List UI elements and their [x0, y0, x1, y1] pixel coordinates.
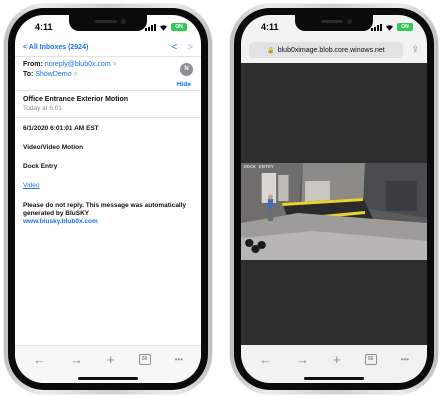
disclaimer-block: Please do not reply. This message was au…	[23, 202, 193, 226]
phone-left: 4:11 ON < All Inboxes (2924) < > From: n…	[4, 4, 212, 394]
back-arrow-icon[interactable]: ←	[33, 352, 46, 367]
add-icon[interactable]: +	[333, 352, 341, 367]
mail-header: From: noreply@blub0x.com > To: ShowDemo …	[15, 57, 201, 91]
phone-bezel: 4:11 ON < All Inboxes (2924) < > From: n…	[8, 8, 208, 390]
wifi-icon	[386, 24, 393, 31]
status-icons: ON	[145, 23, 187, 31]
notch	[69, 15, 147, 31]
wifi-icon	[160, 24, 167, 31]
notch	[295, 15, 373, 31]
subject-title: Office Entrance Exterior Motion	[23, 96, 129, 103]
share-icon[interactable]: ⇪	[411, 44, 419, 55]
hide-details-button[interactable]: Hide	[177, 81, 191, 88]
to-caret: >	[73, 71, 78, 78]
video-link[interactable]: Video	[23, 182, 40, 189]
tabs-icon[interactable]: 56	[138, 354, 151, 365]
forward-arrow-icon[interactable]: →	[70, 352, 83, 367]
mail-nav-bar: < All Inboxes (2924) < >	[15, 39, 201, 57]
signal-icon	[371, 23, 382, 31]
home-indicator[interactable]	[78, 377, 138, 380]
back-label: All Inboxes (2924)	[28, 44, 89, 51]
chevron-left-icon: <	[23, 44, 28, 51]
camera-snapshot: DOCK ENTRY	[241, 163, 427, 260]
lock-icon: 🔒	[267, 47, 275, 54]
to-row: To: ShowDemo >	[23, 71, 193, 78]
battery-icon: ON	[171, 23, 187, 31]
url-bar-area: 🔒 blub0ximage.blob.core.winows.net ⇪	[241, 39, 427, 63]
safari-toolbar: ← → + 56 •••	[241, 345, 427, 373]
website-link[interactable]: www.blusky.blub0x.com	[23, 218, 98, 225]
add-icon[interactable]: +	[107, 352, 115, 367]
more-icon[interactable]: •••	[175, 355, 183, 364]
next-message-button[interactable]: >	[187, 42, 193, 53]
event-type: Video/Video Motion	[23, 144, 84, 152]
to-address[interactable]: ShowDemo	[35, 71, 71, 78]
message-nav: < >	[171, 42, 193, 53]
camera-image	[241, 163, 427, 260]
home-area	[15, 373, 201, 383]
status-time: 4:11	[35, 22, 53, 32]
camera-overlay-label: DOCK ENTRY	[244, 165, 275, 170]
from-row: From: noreply@blub0x.com >	[23, 61, 193, 68]
home-indicator[interactable]	[304, 377, 364, 380]
safari-toolbar: ← → + 56 •••	[15, 345, 201, 373]
tabs-icon[interactable]: 56	[364, 353, 377, 365]
to-label: To:	[23, 71, 34, 78]
forward-arrow-icon[interactable]: →	[296, 352, 309, 367]
from-label: From:	[23, 61, 43, 68]
status-icons: ON	[371, 23, 413, 31]
event-timestamp: 6/1/2020 6:01:01 AM EST	[23, 125, 99, 132]
event-location: Dock Entry	[23, 163, 58, 171]
status-time: 4:11	[261, 22, 279, 32]
from-address[interactable]: noreply@blub0x.com	[45, 61, 111, 68]
url-text: blub0ximage.blob.core.winows.net	[277, 46, 385, 54]
mail-screen: 4:11 ON < All Inboxes (2924) < > From: n…	[15, 15, 201, 383]
home-area	[241, 373, 427, 383]
battery-icon: ON	[397, 23, 413, 31]
subject-block: Office Entrance Exterior Motion Today at…	[15, 91, 201, 118]
back-arrow-icon[interactable]: ←	[259, 352, 272, 367]
address-bar[interactable]: 🔒 blub0ximage.blob.core.winows.net	[249, 42, 403, 58]
phone-bezel: 4:11 ON 🔒 blub0ximage.blob.core.winows.n…	[234, 8, 434, 390]
previous-message-button[interactable]: <	[171, 42, 177, 53]
more-icon[interactable]: •••	[401, 355, 409, 364]
avatar: N	[180, 63, 193, 76]
received-date: Today at 6:01	[23, 105, 63, 112]
browser-screen: 4:11 ON 🔒 blub0ximage.blob.core.winows.n…	[241, 15, 427, 383]
signal-icon	[145, 23, 156, 31]
disclaimer-text: Please do not reply. This message was au…	[23, 201, 187, 217]
mail-body: 6/1/2020 6:01:01 AM EST Video/Video Moti…	[23, 125, 193, 237]
from-caret: >	[112, 61, 117, 68]
phone-right: 4:11 ON 🔒 blub0ximage.blob.core.winows.n…	[230, 4, 438, 394]
back-to-inboxes-button[interactable]: < All Inboxes (2924)	[23, 44, 88, 51]
